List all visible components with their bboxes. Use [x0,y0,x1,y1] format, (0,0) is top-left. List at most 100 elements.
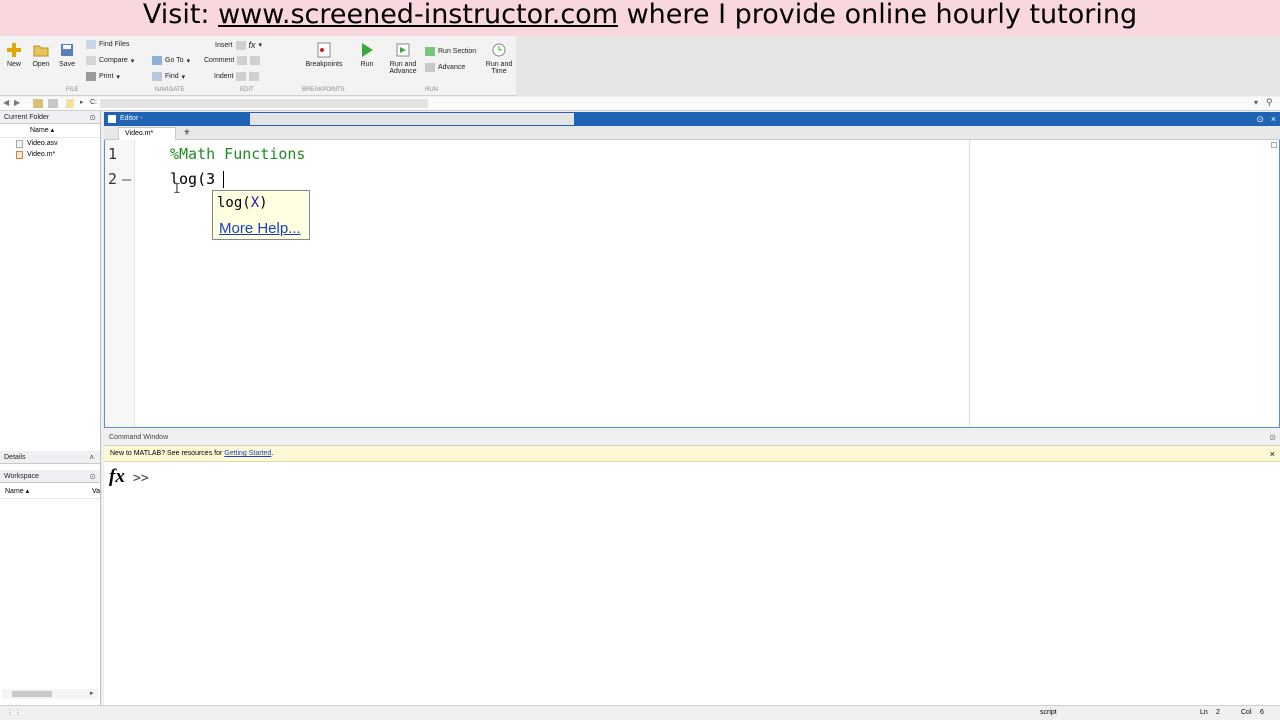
back-arrow-icon[interactable]: ◀ [3,98,9,107]
line-number: 2 [108,170,118,188]
run-and-advance-button[interactable]: Run and Advance [385,42,421,75]
open-button[interactable]: Open [30,42,52,68]
list-item[interactable]: Video.m* [0,149,100,160]
breakpoint-marker[interactable]: — [122,170,131,188]
banner-prefix: Visit: [142,0,219,30]
panel-menu-icon[interactable]: ⊙ [89,111,96,124]
find-files-button[interactable]: Find Files [86,40,129,49]
run-and-time-label: Run and Time [485,61,513,75]
advance-button[interactable]: Advance [425,63,465,72]
save-button[interactable]: Save [57,42,77,68]
open-label: Open [32,61,50,68]
run-and-time-button[interactable]: Run and Time [483,42,515,75]
function-signature: log(X) [217,195,268,211]
close-icon[interactable]: × [1270,446,1275,462]
editor-title-bar: Editor - ⊙ × [104,112,1280,126]
up-folder-icon[interactable] [33,99,43,108]
path-text[interactable]: C: [90,99,97,106]
status-ln-label: Ln [1200,709,1208,716]
line-number: 1 [108,145,118,163]
folder-icon [66,99,74,108]
file-name: Video.asv [27,140,58,147]
indent-button[interactable]: Indent [214,72,260,81]
panel-menu-icon[interactable]: ⊙ [89,470,96,483]
insert-label: Insert [215,41,233,49]
print-button[interactable]: Print ▾ [86,72,120,81]
scroll-indicator[interactable] [1271,142,1277,148]
column-name-header[interactable]: Name ▴ [30,127,54,134]
more-help-link[interactable]: More Help... [219,220,301,237]
workspace-title-bar: Workspace ⊙ [0,470,100,483]
run-and-advance-label: Run and Advance [389,61,417,75]
open-paren: ( [242,195,251,211]
chevron-right-icon[interactable]: ▸ [90,689,94,697]
chevron-down-icon[interactable]: ▾ [1254,98,1258,107]
notice-text: New to MATLAB? See resources for [110,450,225,457]
comment-icon [237,56,248,65]
command-window[interactable]: New to MATLAB? See resources for Getting… [104,445,1280,705]
column-name-header[interactable]: Name ▴ [5,485,29,499]
panel-menu-icon[interactable]: ⊙ [1256,112,1264,126]
getting-started-link[interactable]: Getting Started [224,450,271,457]
current-folder-title: Current Folder [4,114,50,121]
list-item[interactable]: Video.asv [0,138,100,149]
run-button[interactable]: Run [358,42,376,68]
indent-label: Indent [214,73,234,80]
editor-icon [108,115,116,123]
code-editor[interactable]: 1 %Math Functions 2 — log(3 I log(X) Mor… [104,140,1280,428]
compare-button[interactable]: Compare ▾ [86,56,134,65]
tab-label: Video.m* [125,130,154,137]
getting-started-notice: New to MATLAB? See resources for Getting… [104,446,1280,462]
forward-arrow-icon[interactable]: ▶ [14,98,20,107]
fx-icon[interactable]: fx [109,466,125,488]
find-files-icon [86,40,96,49]
section-run-label: RUN [425,87,438,93]
path-field[interactable] [100,99,428,108]
run-and-advance-icon [396,43,410,57]
breakpoints-button[interactable]: Breakpoints [304,42,344,68]
status-menu-icon[interactable]: ⋮⋮ [6,708,22,717]
run-icon [362,43,373,57]
panel-menu-icon[interactable]: ⊙ [1269,432,1276,444]
scrollbar-thumb[interactable] [12,691,52,697]
insert-button[interactable]: Insert fx ▾ [215,40,262,50]
close-icon[interactable]: × [1271,112,1276,126]
status-bar: ⋮⋮ script Ln 2 Col 6 [0,705,1280,720]
go-to-label: Go To [165,57,184,64]
left-panel: Current Folder ⊙ Name ▴ Video.asv Video.… [0,111,101,705]
current-folder-header[interactable]: Name ▴ [0,124,100,138]
promo-banner: Visit: www.screened-instructor.com where… [0,0,1280,36]
new-button[interactable]: New [5,42,23,68]
section-breakpoints-label: BREAKPOINTS [302,87,345,93]
address-bar: ◀ ▶ ▸ C: ▾ ⚲ [0,97,1280,111]
column-value-header[interactable]: Va [92,485,100,499]
tab-video-m[interactable]: Video.m* × [118,127,189,140]
run-section-label: Run Section [438,48,477,55]
chevron-up-icon[interactable]: ˄ [89,451,94,464]
go-to-button[interactable]: Go To ▾ [152,56,190,65]
banner-suffix: where I provide online hourly tutoring [618,0,1138,30]
horizontal-scrollbar[interactable]: ▸ [2,689,98,699]
details-title-bar[interactable]: Details ˄ [0,451,100,464]
command-input[interactable] [152,470,153,486]
search-icon[interactable]: ⚲ [1266,97,1273,108]
banner-link[interactable]: www.screened-instructor.com [218,0,618,30]
file-icon [16,140,23,148]
close-paren: ) [259,195,268,211]
new-icon [7,43,21,57]
new-tab-button[interactable]: + [184,126,190,139]
browse-folder-icon[interactable] [48,99,58,108]
new-label: New [6,61,21,68]
chevron-down-icon: ▾ [116,73,120,81]
compare-label: Compare [99,57,128,64]
save-icon [61,44,73,56]
comment-button[interactable]: Comment [204,56,261,65]
run-section-button[interactable]: Run Section [425,47,476,56]
details-title: Details [4,454,26,461]
find-button[interactable]: Find ▾ [152,72,185,81]
run-label: Run [360,61,374,68]
chevron-down-icon: ▾ [258,42,263,49]
save-label: Save [59,61,75,68]
advance-label: Advance [438,64,466,71]
code-line-comment[interactable]: %Math Functions [170,145,305,163]
